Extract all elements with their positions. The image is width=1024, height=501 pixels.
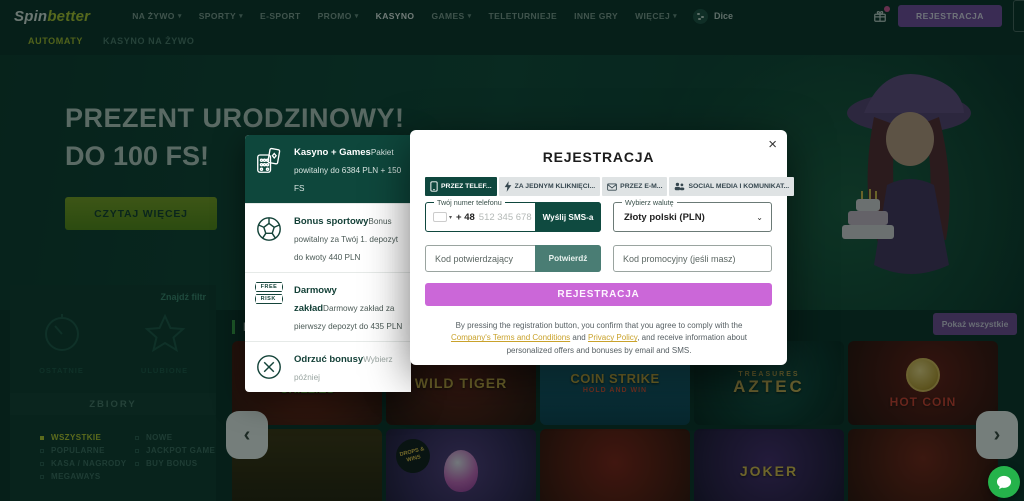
promo-code-field — [613, 245, 772, 272]
poland-flag-icon[interactable] — [433, 212, 447, 222]
bonus-option-darmowy-zaklad[interactable]: FREE RISK Darmowy zakładDarmowy zakład za… — [245, 273, 411, 342]
currency-select[interactable]: Wybierz walutę Złoty polski (PLN) ⌄ — [613, 198, 772, 232]
confirmation-code-input[interactable] — [426, 246, 526, 271]
spinbetter-casino-page: Spinbetter NA ŻYWO▾ SPORTY▾ E-SPORT PROM… — [0, 0, 1024, 501]
soccer-ball-icon — [252, 211, 286, 245]
promo-code-input[interactable] — [614, 246, 771, 271]
send-sms-button[interactable]: Wyślij SMS-a — [535, 202, 601, 232]
lightning-icon — [504, 181, 511, 192]
registration-modal: × REJESTRACJA PRZEZ TELEF... ZA JEDNYM K… — [410, 130, 795, 365]
bonus-option-kasyno-games[interactable]: Kasyno + GamesPakiet powitalny do 6384 P… — [245, 135, 411, 204]
envelope-icon — [607, 182, 617, 191]
confirm-button[interactable]: Potwierdź — [535, 245, 601, 272]
tab-one-click[interactable]: ZA JEDNYM KLIKNIĘCI... — [498, 177, 601, 196]
chevron-down-icon: ⌄ — [756, 212, 763, 222]
terms-link[interactable]: Company's Terms and Conditions — [451, 333, 570, 342]
phone-number-input[interactable] — [478, 211, 537, 223]
reject-cross-icon — [252, 349, 286, 383]
chevron-down-icon: ▾ — [449, 214, 453, 221]
terms-disclaimer: By pressing the registration button, you… — [450, 321, 748, 355]
registration-tabs: PRZEZ TELEF... ZA JEDNYM KLIKNIĘCI... PR… — [425, 177, 795, 196]
bonus-option-odrzuc[interactable]: Odrzuć bonusyWybierz później — [245, 342, 411, 392]
chat-bubble-icon — [996, 475, 1012, 489]
free-risk-icon: FREE RISK — [252, 280, 286, 304]
phone-number-field: Twój numer telefonu ▾ + 48 Wyślij SMS-a — [425, 198, 601, 232]
privacy-link[interactable]: Privacy Policy — [588, 333, 637, 342]
currency-value: Złoty polski (PLN) — [624, 211, 705, 223]
live-chat-button[interactable] — [988, 466, 1020, 498]
bonus-selection-panel: Kasyno + GamesPakiet powitalny do 6384 P… — [245, 135, 411, 392]
tab-social-media[interactable]: SOCIAL MEDIA I KOMUNIKAT... — [669, 177, 795, 196]
tab-by-phone[interactable]: PRZEZ TELEF... — [425, 177, 497, 196]
phone-country-code: + 48 — [456, 211, 475, 223]
phone-icon — [430, 181, 438, 192]
bonus-option-sportowy[interactable]: Bonus sportowyBonus powitalny za Twój 1.… — [245, 204, 411, 273]
modal-title: REJESTRACJA — [542, 149, 655, 165]
close-icon[interactable]: × — [768, 136, 777, 153]
registration-submit-button[interactable]: REJESTRACJA — [425, 283, 772, 306]
slot-cards-icon — [252, 142, 286, 178]
confirmation-code-field: Potwierdź — [425, 245, 601, 272]
tab-by-email[interactable]: PRZEZ E-M... — [602, 177, 668, 196]
people-icon — [675, 182, 685, 191]
